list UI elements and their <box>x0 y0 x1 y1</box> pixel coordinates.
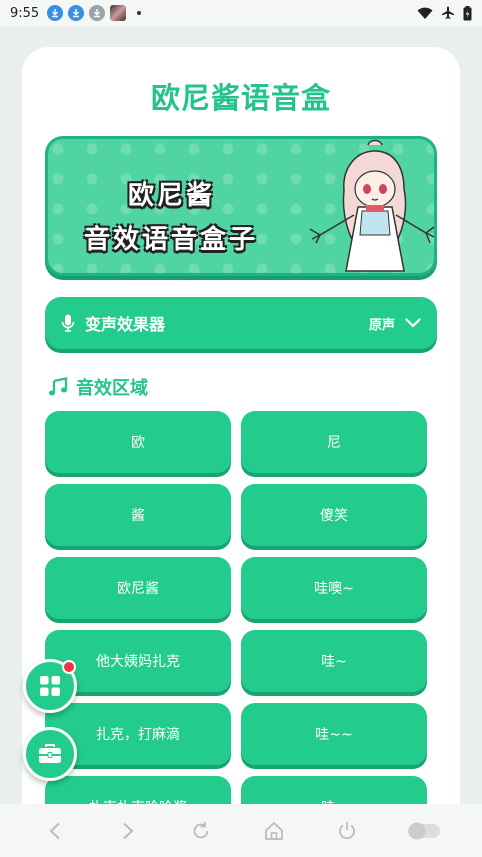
toolbox-button[interactable] <box>23 727 77 781</box>
sound-button[interactable]: 哇~ <box>241 630 427 692</box>
section-title: 音效区域 <box>76 378 148 399</box>
notification-icons <box>47 5 142 21</box>
sound-button[interactable]: 酱 <box>45 484 231 546</box>
refresh-icon[interactable] <box>188 818 214 844</box>
grid-icon <box>40 676 60 696</box>
sound-button[interactable]: 哇噢~ <box>241 557 427 619</box>
forward-icon[interactable] <box>115 818 141 844</box>
status-bar: 9:55 <box>0 0 482 26</box>
voice-changer-label: 变声效果器 <box>85 315 166 334</box>
banner: 欧尼酱 音效语音盒子 <box>45 136 437 276</box>
notification-badge <box>62 660 76 674</box>
banner-subtitle: 音效语音盒子 <box>84 225 259 255</box>
sound-button[interactable]: 尼 <box>241 411 427 473</box>
music-note-icon <box>49 377 68 396</box>
voice-changer-value: 原声 <box>368 317 395 333</box>
voice-changer-dropdown[interactable]: 变声效果器 原声 <box>45 297 437 349</box>
power-icon[interactable] <box>334 818 360 844</box>
download-icon <box>68 5 85 21</box>
sound-button[interactable]: 欧 <box>45 411 231 473</box>
back-icon[interactable] <box>42 818 68 844</box>
battery-icon <box>463 5 472 20</box>
grid-menu-button[interactable] <box>23 659 77 713</box>
wifi-icon <box>417 7 433 19</box>
download-icon <box>47 5 64 21</box>
toggle-icon[interactable] <box>407 818 441 844</box>
download-icon <box>89 5 106 21</box>
status-time: 9:55 <box>10 5 40 21</box>
sound-button-grid: 欧 尼 酱 傻笑 欧尼酱 哇噢~ 他大姨妈扎克 哇~ 扎克，打麻滴 哇~~ 扎克… <box>45 411 429 827</box>
airplane-mode-icon <box>442 6 454 19</box>
sound-section-header: 音效区域 <box>48 374 148 400</box>
home-icon[interactable] <box>261 818 287 844</box>
more-notifications-icon <box>137 11 142 15</box>
microphone-icon <box>61 314 75 332</box>
sound-button[interactable]: 哇~~ <box>241 703 427 765</box>
toolbox-icon <box>39 744 61 763</box>
app-notification-icon <box>110 5 127 21</box>
sound-button[interactable]: 傻笑 <box>241 484 427 546</box>
system-nav-bar <box>0 804 482 857</box>
main-card: 欧尼酱语音盒 欧尼酱 音效语音盒子 变声效果器 原声 音效区域 欧 尼 酱 傻笑… <box>22 47 460 827</box>
chevron-down-icon <box>405 318 421 328</box>
sound-button[interactable]: 欧尼酱 <box>45 557 231 619</box>
mascot-illustration <box>309 139 434 272</box>
page-title: 欧尼酱语音盒 <box>150 81 331 115</box>
banner-title: 欧尼酱 <box>128 181 216 211</box>
